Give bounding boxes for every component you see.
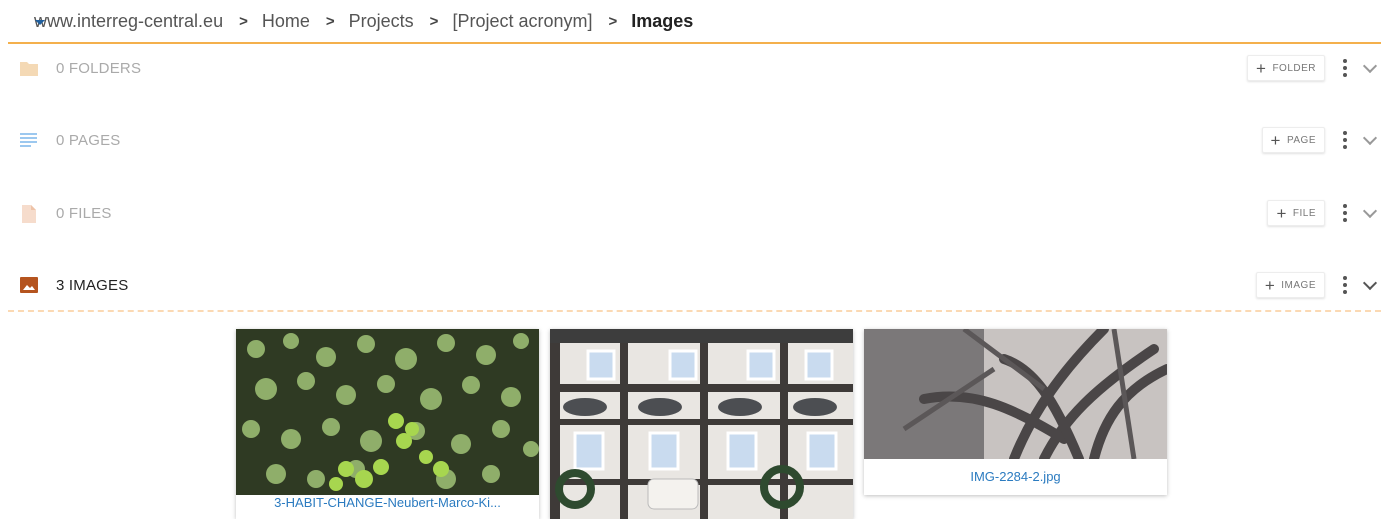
image-tile[interactable]: 3-HABIT-CHANGE-Neubert-Marco-Ki... bbox=[236, 329, 539, 519]
images-divider bbox=[8, 310, 1381, 312]
pages-count-label: 0 PAGES bbox=[56, 131, 121, 149]
folders-count-label: 0 FOLDERS bbox=[56, 59, 142, 77]
plus-icon: + bbox=[1270, 130, 1281, 150]
chevron-down-icon[interactable] bbox=[1362, 203, 1378, 218]
add-image-label: IMAGE bbox=[1281, 279, 1316, 291]
add-file-label: FILE bbox=[1292, 207, 1316, 219]
image-icon bbox=[20, 277, 38, 293]
images-menu-icon[interactable] bbox=[1343, 276, 1347, 294]
breadcrumb-separator: > bbox=[429, 12, 439, 30]
caret-down-icon[interactable] bbox=[35, 20, 45, 25]
chevron-down-icon[interactable] bbox=[1362, 58, 1378, 73]
duckweed-pond-thumbnail bbox=[236, 329, 539, 495]
add-image-button[interactable]: + IMAGE bbox=[1255, 272, 1325, 298]
plus-icon: + bbox=[1276, 203, 1287, 223]
breadcrumb-site[interactable]: www.interreg-central.eu bbox=[34, 11, 223, 32]
chevron-down-icon[interactable] bbox=[1362, 275, 1378, 290]
breadcrumb: www.interreg-central.eu > Home > Project… bbox=[8, 0, 1381, 44]
plus-icon: + bbox=[1256, 58, 1267, 78]
image-tile[interactable] bbox=[550, 329, 853, 519]
image-filename[interactable]: IMG-2284-2.jpg bbox=[864, 459, 1167, 495]
pages-section[interactable]: 0 PAGES + PAGE bbox=[20, 126, 1381, 154]
image-filename[interactable]: 3-HABIT-CHANGE-Neubert-Marco-Ki... bbox=[236, 495, 539, 510]
folders-menu-icon[interactable] bbox=[1343, 59, 1347, 77]
pages-menu-icon[interactable] bbox=[1343, 131, 1347, 149]
breadcrumb-home[interactable]: Home bbox=[262, 11, 310, 32]
page-lines-icon bbox=[20, 132, 38, 148]
half-timbered-facade-thumbnail bbox=[550, 329, 853, 519]
image-tile[interactable]: IMG-2284-2.jpg bbox=[864, 329, 1167, 495]
folder-icon bbox=[20, 60, 38, 76]
breadcrumb-separator: > bbox=[239, 12, 248, 30]
images-section[interactable]: 3 IMAGES + IMAGE bbox=[20, 271, 1381, 299]
images-count-label: 3 IMAGES bbox=[56, 276, 129, 294]
branch-shadow-thumbnail bbox=[864, 329, 1167, 459]
breadcrumb-current: Images bbox=[631, 10, 694, 31]
breadcrumb-separator: > bbox=[325, 12, 335, 30]
breadcrumb-separator: > bbox=[608, 12, 618, 30]
plus-icon: + bbox=[1264, 275, 1276, 295]
add-folder-button[interactable]: + FOLDER bbox=[1247, 55, 1325, 81]
files-count-label: 0 FILES bbox=[56, 204, 112, 222]
add-page-label: PAGE bbox=[1286, 134, 1316, 146]
chevron-down-icon[interactable] bbox=[1362, 130, 1378, 145]
add-page-button[interactable]: + PAGE bbox=[1261, 127, 1325, 153]
file-icon bbox=[20, 205, 38, 223]
files-section[interactable]: 0 FILES + FILE bbox=[20, 199, 1381, 227]
breadcrumb-projects[interactable]: Projects bbox=[349, 11, 414, 32]
add-file-button[interactable]: + FILE bbox=[1267, 200, 1325, 226]
files-menu-icon[interactable] bbox=[1343, 204, 1347, 222]
breadcrumb-project-acronym[interactable]: [Project acronym] bbox=[452, 11, 592, 32]
add-folder-label: FOLDER bbox=[1272, 62, 1316, 74]
folders-section[interactable]: 0 FOLDERS + FOLDER bbox=[20, 54, 1381, 82]
